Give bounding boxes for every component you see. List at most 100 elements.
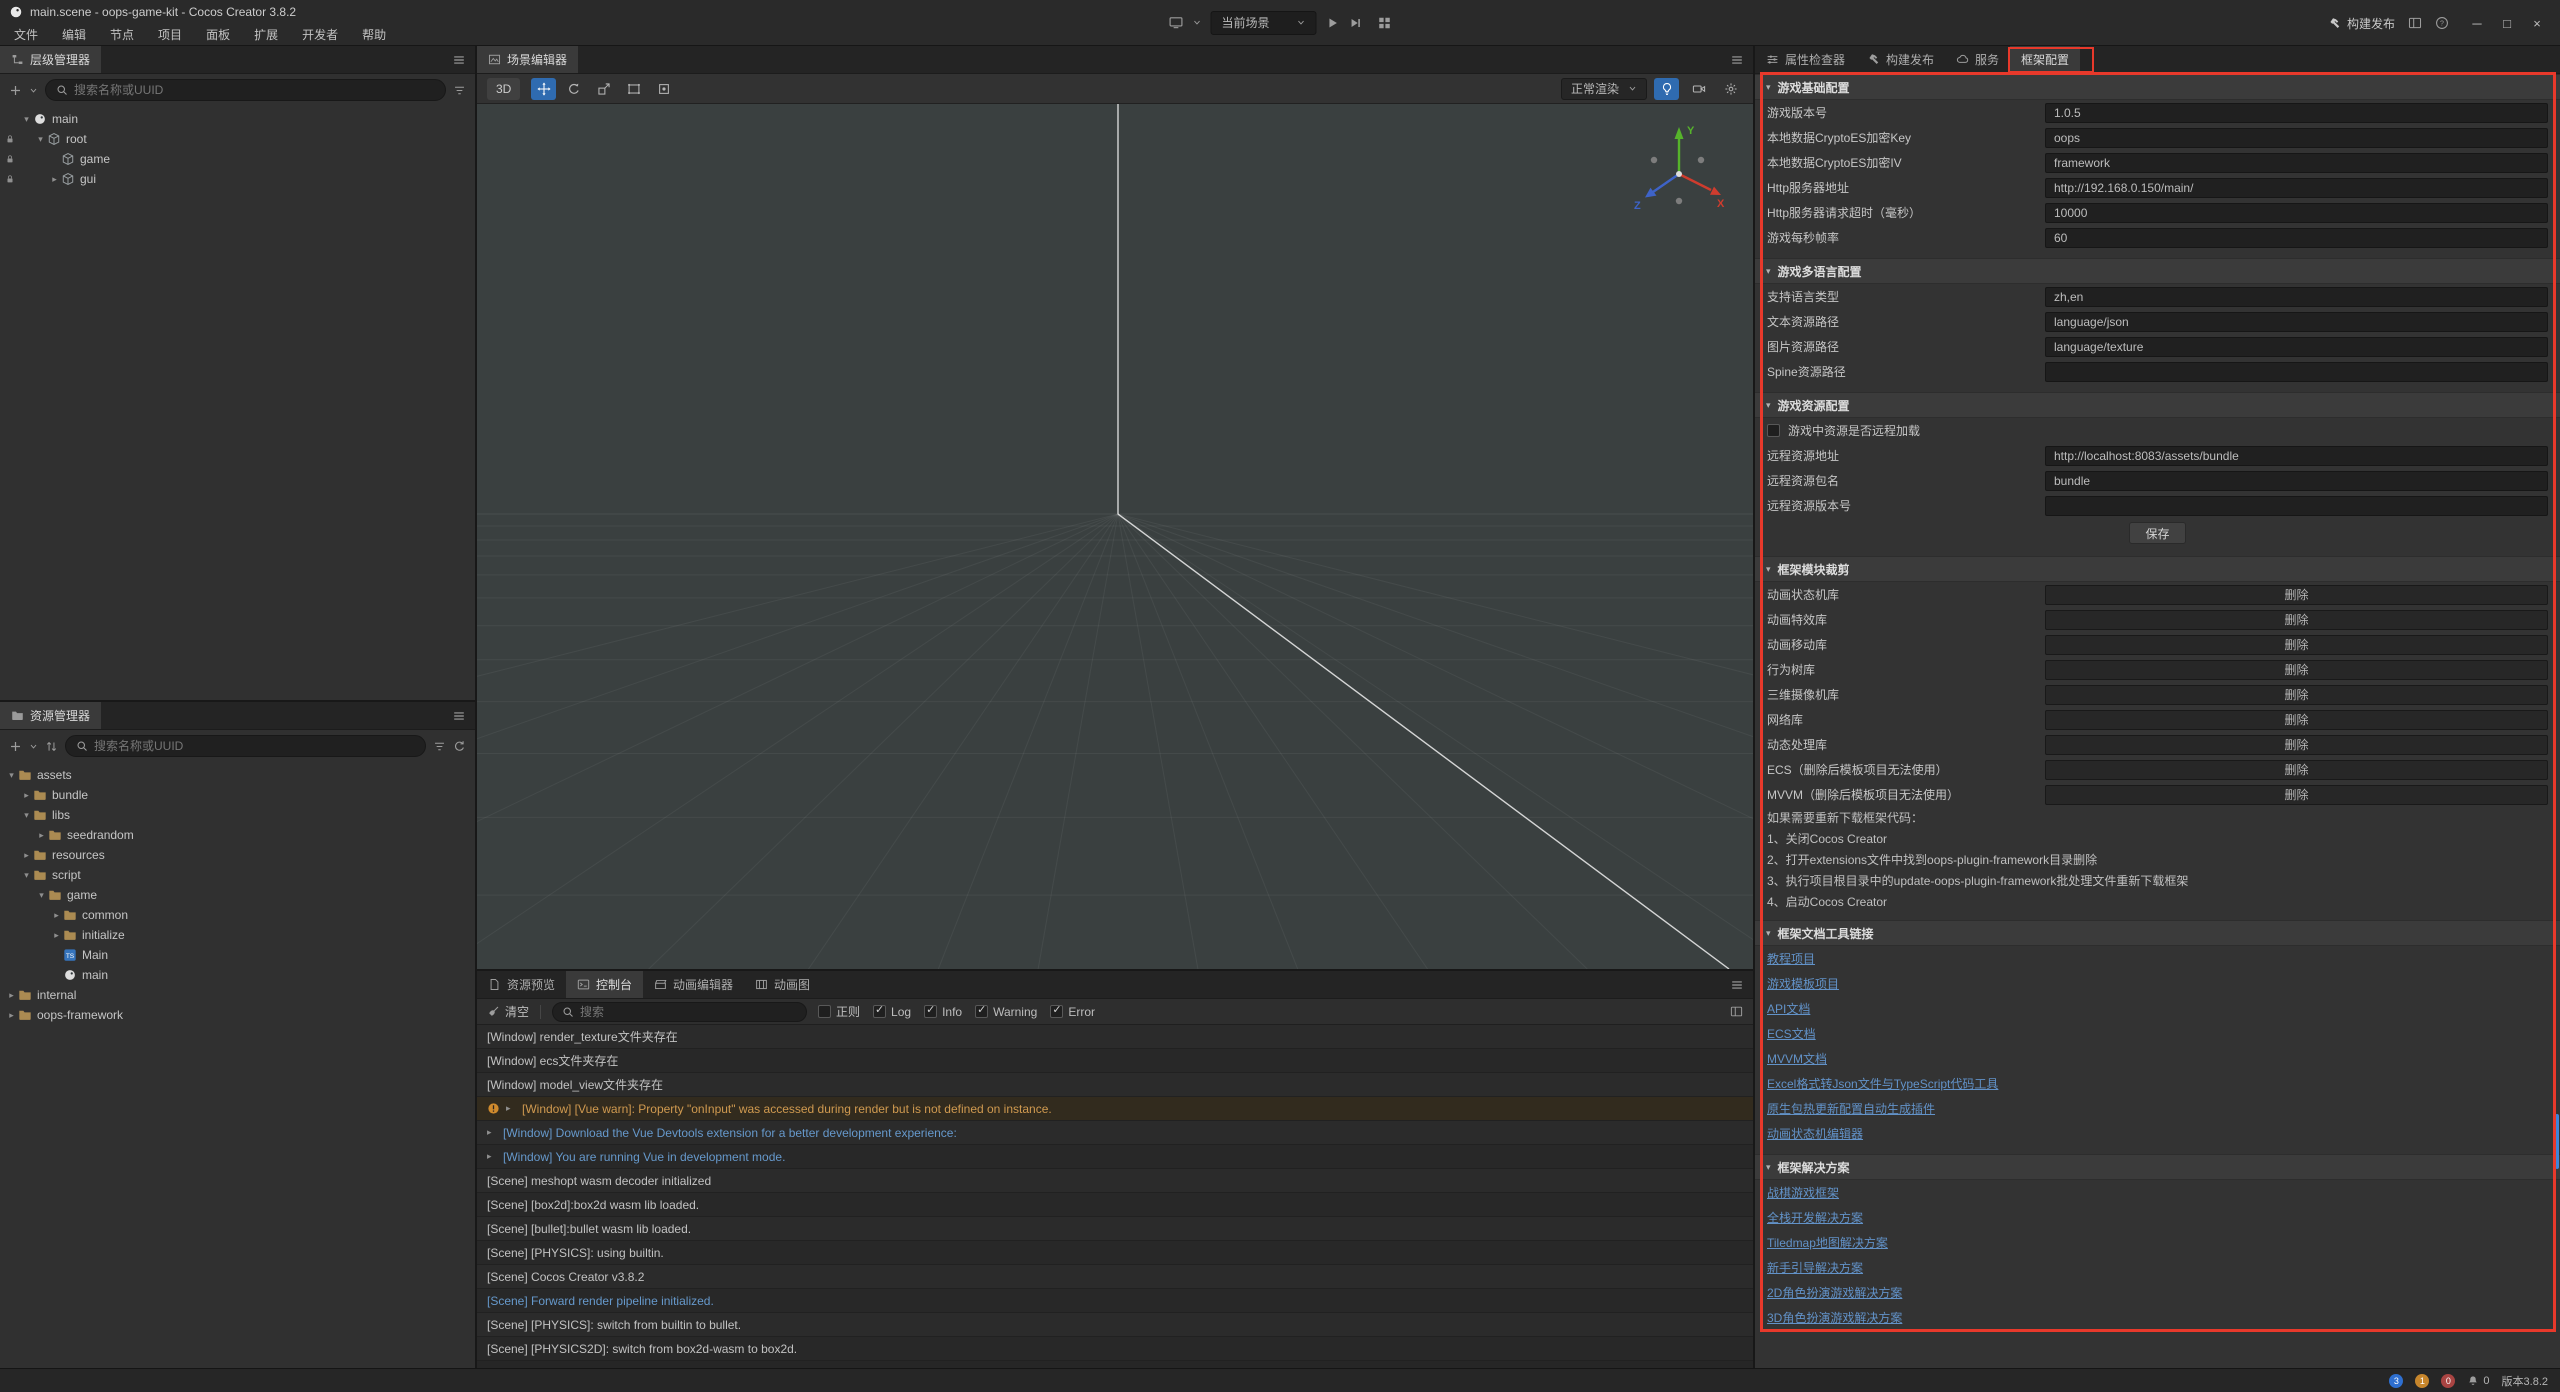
section-resource-config[interactable]: ▾游戏资源配置	[1755, 392, 2560, 418]
filter-icon[interactable]	[453, 84, 466, 97]
asset-node-row-main[interactable]: main	[0, 965, 475, 985]
scale-tool-button[interactable]	[591, 78, 616, 100]
create-node-button[interactable]	[9, 84, 22, 97]
hierarchy-menu-icon[interactable]	[452, 53, 466, 67]
resource-field-2-input[interactable]	[2045, 496, 2548, 516]
language-field-2-input[interactable]	[2045, 337, 2548, 357]
inspector-tab-0[interactable]: 属性检查器	[1755, 46, 1856, 73]
resource-field-1-input[interactable]	[2045, 471, 2548, 491]
orientation-gizmo[interactable]: Y X Z	[1629, 118, 1729, 223]
checkbox[interactable]	[975, 1005, 988, 1018]
tab-hierarchy[interactable]: 层级管理器	[0, 46, 101, 73]
module-delete-button-0[interactable]: 删除	[2045, 585, 2548, 605]
menu-item-5[interactable]: 扩展	[242, 24, 290, 45]
expander-icon[interactable]: ▸	[506, 1103, 516, 1114]
log-row[interactable]: [Window] model_view文件夹存在	[477, 1073, 1753, 1097]
collapse-arrow-icon[interactable]: ▾	[20, 114, 33, 125]
module-delete-button-6[interactable]: 删除	[2045, 735, 2548, 755]
module-delete-button-7[interactable]: 删除	[2045, 760, 2548, 780]
tab-assets[interactable]: 资源管理器	[0, 702, 101, 729]
rotate-tool-button[interactable]	[561, 78, 586, 100]
basic-field-2-input[interactable]	[2045, 153, 2548, 173]
build-publish-button[interactable]: 构建发布	[2328, 15, 2395, 32]
assets-menu-icon[interactable]	[452, 709, 466, 723]
log-row[interactable]: [Scene] [box2d]:box2d wasm lib loaded.	[477, 1193, 1753, 1217]
asset-node-row-oops-framework[interactable]: ▸oops-framework	[0, 1005, 475, 1025]
module-delete-button-8[interactable]: 删除	[2045, 785, 2548, 805]
notification-bell[interactable]: 0	[2467, 1375, 2489, 1387]
expand-arrow-icon[interactable]: ▸	[48, 174, 61, 185]
console-search-input[interactable]	[580, 1005, 797, 1019]
section-doc-links[interactable]: ▾框架文档工具链接	[1755, 920, 2560, 946]
console-filter-Warning[interactable]: Warning	[975, 1005, 1037, 1019]
collapse-arrow-icon[interactable]: ▾	[34, 134, 47, 145]
section-solutions[interactable]: ▾框架解决方案	[1755, 1154, 2560, 1180]
log-row[interactable]: ▸[Window] [Vue warn]: Property "onInput"…	[477, 1097, 1753, 1121]
warning-count-badge[interactable]: 1	[2415, 1374, 2429, 1388]
minimize-button[interactable]: ─	[2462, 9, 2492, 37]
log-row[interactable]: [Scene] [PHYSICS]: switch from builtin t…	[477, 1313, 1753, 1337]
asset-node-row-libs[interactable]: ▾libs	[0, 805, 475, 825]
rect-tool-button[interactable]	[621, 78, 646, 100]
doc-link-7[interactable]: 动画状态机编辑器	[1767, 1125, 1863, 1142]
doc-link-6[interactable]: 原生包热更新配置自动生成插件	[1767, 1100, 1935, 1117]
language-field-3-input[interactable]	[2045, 362, 2548, 382]
hierarchy-search-input[interactable]	[74, 83, 435, 97]
expander-icon[interactable]: ▸	[487, 1127, 497, 1138]
scene-selector[interactable]: 当前场景	[1211, 11, 1317, 35]
collapse-arrow-icon[interactable]: ▾	[5, 770, 18, 781]
transform-tool-button[interactable]	[651, 78, 676, 100]
layout-grid-button[interactable]	[1378, 16, 1392, 30]
expand-arrow-icon[interactable]: ▸	[35, 830, 48, 841]
doc-link-3[interactable]: ECS文档	[1767, 1025, 1816, 1042]
basic-field-4-input[interactable]	[2045, 203, 2548, 223]
console-tab-1[interactable]: 控制台	[566, 971, 643, 998]
module-delete-button-5[interactable]: 删除	[2045, 710, 2548, 730]
error-count-badge[interactable]: 0	[2441, 1374, 2455, 1388]
log-row[interactable]: [Scene] Forward render pipeline initiali…	[477, 1289, 1753, 1313]
inspector-tab-1[interactable]: 构建发布	[1856, 46, 1945, 73]
step-button[interactable]	[1349, 16, 1363, 30]
remote-load-checkbox[interactable]	[1767, 424, 1780, 437]
menu-item-7[interactable]: 帮助	[350, 24, 398, 45]
maximize-button[interactable]: □	[2492, 9, 2522, 37]
close-button[interactable]: ×	[2522, 9, 2552, 37]
doc-link-2[interactable]: API文档	[1767, 1000, 1810, 1017]
log-count-badge[interactable]: 3	[2389, 1374, 2403, 1388]
language-field-1-input[interactable]	[2045, 312, 2548, 332]
play-button[interactable]	[1326, 16, 1340, 30]
console-layout-icon[interactable]	[1730, 1005, 1743, 1018]
preview-device-icon[interactable]	[1169, 15, 1184, 30]
filter-icon[interactable]	[433, 740, 446, 753]
projection-toggle-button[interactable]: 3D	[487, 78, 520, 100]
log-row[interactable]: [Scene] [PHYSICS2D]: switch from box2d-w…	[477, 1337, 1753, 1361]
assets-search-input[interactable]	[94, 739, 415, 753]
basic-field-5-input[interactable]	[2045, 228, 2548, 248]
collapse-arrow-icon[interactable]: ▾	[35, 890, 48, 901]
scene-menu-icon[interactable]	[1730, 53, 1744, 67]
chevron-down-icon[interactable]	[1193, 18, 1202, 27]
console-filter-正则[interactable]: 正则	[818, 1003, 860, 1020]
tab-scene-editor[interactable]: 场景编辑器	[477, 46, 578, 73]
asset-node-row-resources[interactable]: ▸resources	[0, 845, 475, 865]
solution-link-0[interactable]: 战棋游戏框架	[1767, 1184, 1839, 1201]
menu-item-1[interactable]: 编辑	[50, 24, 98, 45]
basic-field-1-input[interactable]	[2045, 128, 2548, 148]
expand-arrow-icon[interactable]: ▸	[50, 930, 63, 941]
asset-node-row-Main[interactable]: TSMain	[0, 945, 475, 965]
module-delete-button-3[interactable]: 删除	[2045, 660, 2548, 680]
asset-node-row-initialize[interactable]: ▸initialize	[0, 925, 475, 945]
checkbox[interactable]	[924, 1005, 937, 1018]
expand-arrow-icon[interactable]: ▸	[5, 990, 18, 1001]
doc-link-1[interactable]: 游戏模板项目	[1767, 975, 1839, 992]
asset-node-row-internal[interactable]: ▸internal	[0, 985, 475, 1005]
lighting-toggle-button[interactable]	[1654, 78, 1679, 100]
menu-item-2[interactable]: 节点	[98, 24, 146, 45]
chevron-down-icon[interactable]	[29, 86, 38, 95]
hierarchy-node-row-game[interactable]: game	[0, 149, 475, 169]
module-delete-button-4[interactable]: 删除	[2045, 685, 2548, 705]
inspector-scrollbar[interactable]	[2554, 74, 2560, 1368]
checkbox[interactable]	[873, 1005, 886, 1018]
menu-item-4[interactable]: 面板	[194, 24, 242, 45]
solution-link-5[interactable]: 3D角色扮演游戏解决方案	[1767, 1309, 1902, 1326]
